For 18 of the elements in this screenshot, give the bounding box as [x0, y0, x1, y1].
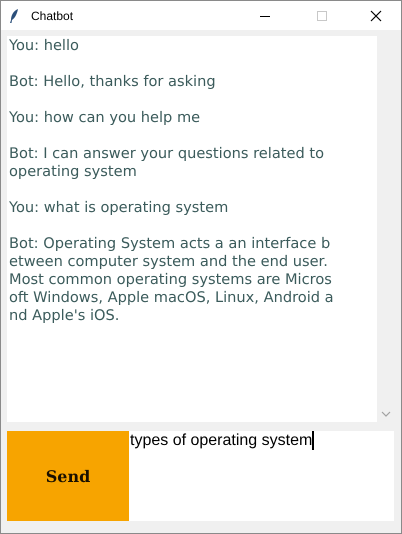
message-line: Bot: Hello, thanks for asking	[9, 73, 217, 91]
message-line: You: what is operating system	[9, 199, 230, 217]
message-line: Bot: I can answer your questions related to	[9, 145, 326, 163]
message-line: operating system	[9, 163, 138, 181]
message-input[interactable]: types of operating system	[129, 431, 394, 521]
close-icon[interactable]	[370, 10, 382, 22]
message-line: nd Apple's iOS.	[9, 307, 120, 325]
maximize-icon[interactable]	[316, 10, 328, 22]
message-line: You: hello	[9, 37, 80, 55]
send-button[interactable]: Send	[7, 431, 129, 521]
message-line: Most common operating systems are Micros	[9, 271, 333, 289]
message-line: Bot: Operating System acts a an interface b	[9, 235, 332, 253]
window-title: Chatbot	[31, 8, 74, 22]
message-line: etween computer system and the end user.	[9, 253, 329, 271]
message-line: You: how can you help me	[9, 109, 202, 127]
feather-icon	[9, 8, 19, 24]
scroll-down-icon[interactable]	[380, 410, 390, 418]
message-line: oft Windows, Apple macOS, Linux, Android a	[9, 289, 335, 307]
